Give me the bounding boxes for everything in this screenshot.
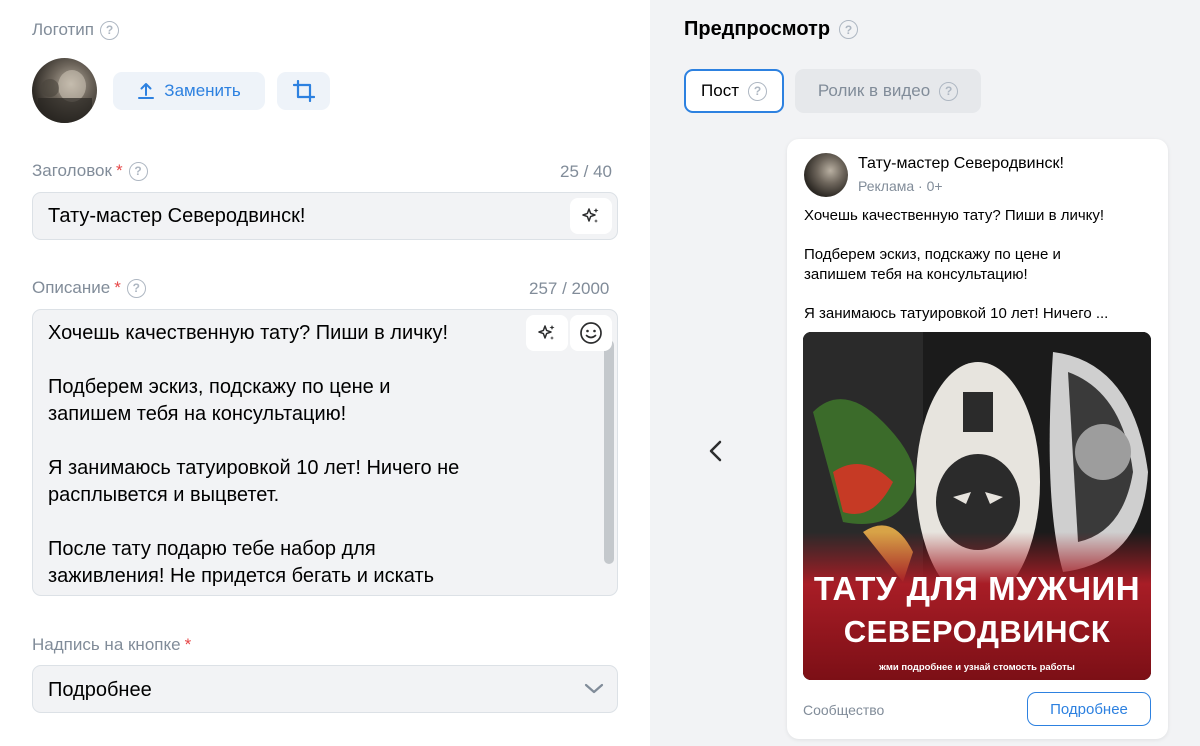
- button-caption-label: Надпись на кнопке: [32, 635, 181, 654]
- banner-tagline: жми подробнее и узнай стомость работы: [879, 662, 1075, 673]
- avatar-photo: [38, 70, 92, 123]
- tab-video[interactable]: Ролик в видео ?: [795, 69, 981, 113]
- card-footer-label: Сообщество: [803, 702, 885, 718]
- emoji-button[interactable]: [570, 315, 612, 351]
- emoji-icon: [580, 322, 602, 344]
- upload-icon: [138, 83, 155, 99]
- card-cta-button[interactable]: Подробнее: [1027, 692, 1151, 726]
- button-caption-label-row: Надпись на кнопке *: [32, 635, 191, 655]
- headline-counter: 25 / 40: [560, 162, 612, 181]
- replace-logo-button[interactable]: Заменить: [113, 72, 265, 110]
- description-label-row: Описание * ?: [32, 278, 146, 298]
- banner-headline-1: ТАТУ ДЛЯ МУЖЧИН: [813, 570, 1141, 607]
- help-icon[interactable]: ?: [939, 81, 959, 101]
- help-icon[interactable]: ?: [126, 278, 146, 298]
- preview-title: Предпросмотр: [684, 18, 831, 40]
- help-icon[interactable]: ?: [100, 20, 120, 40]
- description-scrollbar[interactable]: [604, 340, 614, 564]
- settings-panel: Логотип ? Заменить Заголовок * ? 25 / 40…: [0, 0, 650, 746]
- required-mark: *: [184, 635, 192, 654]
- replace-label: Заменить: [164, 81, 241, 100]
- description-counter: 257 / 2000: [529, 279, 610, 298]
- tab-video-label: Ролик в видео: [817, 81, 931, 100]
- chevron-left-icon[interactable]: [702, 437, 730, 465]
- headline-label-row: Заголовок * ?: [32, 161, 148, 181]
- crop-logo-button[interactable]: [277, 72, 330, 110]
- required-mark: *: [115, 161, 123, 180]
- help-icon[interactable]: ?: [839, 20, 859, 39]
- headline-value[interactable]: Тату-мастер Северодвинск!: [48, 205, 305, 228]
- description-value[interactable]: Хочешь качественную тату? Пиши в личку! …: [48, 320, 598, 592]
- button-caption-value[interactable]: Подробнее: [48, 679, 152, 702]
- sparkle-icon: [538, 325, 555, 340]
- ad-banner-image: ТАТУ ДЛЯ МУЖЧИН СЕВЕРОДВИНСК жми подробн…: [803, 332, 1151, 680]
- logo-label: Логотип: [32, 20, 95, 39]
- card-text: Хочешь качественную тату? Пиши в личку! …: [804, 207, 1109, 322]
- headline-label: Заголовок: [32, 161, 112, 180]
- preview-title-row: Предпросмотр ?: [684, 18, 859, 41]
- chevron-down-icon[interactable]: [583, 682, 605, 696]
- help-icon[interactable]: ?: [747, 81, 767, 101]
- logo-avatar: [32, 58, 97, 123]
- tab-post-label: Пост: [701, 81, 739, 100]
- sparkle-icon: [582, 208, 599, 223]
- ai-generate-headline-button[interactable]: [570, 198, 612, 234]
- card-community-name: Тату-мастер Северодвинск!: [858, 155, 1064, 172]
- card-avatar: [804, 153, 848, 197]
- required-mark: *: [114, 278, 121, 297]
- help-icon[interactable]: ?: [128, 161, 148, 181]
- crop-icon: [292, 80, 315, 102]
- ai-generate-description-button[interactable]: [526, 315, 568, 351]
- logo-label-row: Логотип ?: [32, 20, 120, 40]
- tab-post[interactable]: Пост ?: [684, 69, 784, 113]
- description-label: Описание: [32, 278, 111, 297]
- banner-headline-2: СЕВЕРОДВИНСК: [843, 614, 1111, 649]
- card-subtitle: Реклама · 0+: [858, 178, 943, 194]
